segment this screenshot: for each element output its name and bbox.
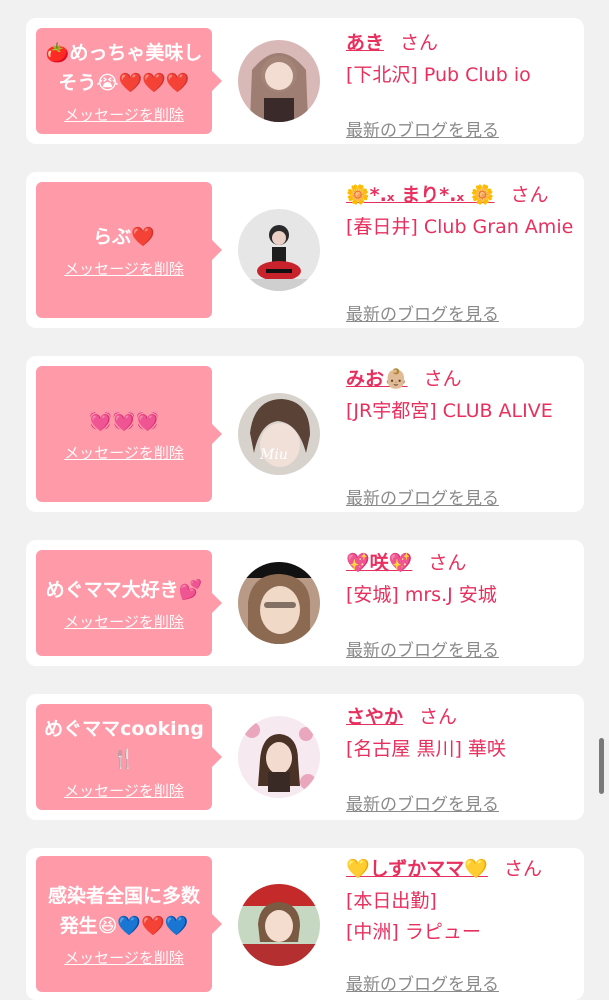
message-bubble: 感染者全国に多数発生😆💙❤️💙 メッセージを削除 <box>36 856 222 992</box>
message-text: 💓💓💓 <box>88 409 160 432</box>
sender-info: 💖咲💖 さん [安城] mrs.J 安城 最新のブログを見る <box>346 548 578 661</box>
sender-info: みお👶🏼 さん [JR宇都宮] CLUB ALIVE 最新のブログを見る <box>346 364 578 509</box>
message-card: 💓💓💓 メッセージを削除 Miu みお👶🏼 さん [JR宇都宮] CLUB ALI… <box>26 356 584 512</box>
latest-blog-link[interactable]: 最新のブログを見る <box>346 484 499 509</box>
avatar[interactable] <box>238 716 320 798</box>
profile-photo-icon: Miu <box>238 393 320 475</box>
sender-name-link[interactable]: 💖咲💖 <box>346 552 412 574</box>
shop-label: [春日井] Club Gran Amie <box>346 216 574 238</box>
delete-message-link[interactable]: メッセージを削除 <box>64 442 184 463</box>
svg-text:Miu: Miu <box>259 447 288 463</box>
name-line: 💛しずかママ💛 さん <box>346 854 578 884</box>
latest-blog-link[interactable]: 最新のブログを見る <box>346 116 499 141</box>
sender-name-link[interactable]: さやか <box>346 706 403 728</box>
delete-message-link[interactable]: メッセージを削除 <box>64 104 184 125</box>
sender-info: さやか さん [名古屋 黒川] 華咲 最新のブログを見る <box>346 702 578 815</box>
message-bubble: 🍅めっちゃ美味しそう😭❤️❤️❤️ メッセージを削除 <box>36 28 222 134</box>
message-text: めぐママcooking🍴 <box>44 717 204 770</box>
message-card: めぐママ大好き💕 メッセージを削除 💖咲💖 さん [安城] mrs.J 安城 最新… <box>26 540 584 666</box>
message-text: 感染者全国に多数発生😆💙❤️💙 <box>47 884 200 937</box>
message-card: らぶ❤️ メッセージを削除 🌼*.ₓ まり*.ₓ 🌼 さん [春日井] Club … <box>26 172 584 328</box>
shop-label: [JR宇都宮] CLUB ALIVE <box>346 400 553 422</box>
sender-name-link[interactable]: 🌼*.ₓ まり*.ₓ 🌼 <box>346 184 495 206</box>
profile-photo-icon <box>238 716 320 798</box>
honorific: さん <box>400 32 439 54</box>
delete-message-link[interactable]: メッセージを削除 <box>64 780 184 801</box>
message-text: めぐママ大好き💕 <box>45 578 203 601</box>
message-bubble: らぶ❤️ メッセージを削除 <box>36 182 222 318</box>
avatar[interactable] <box>238 40 320 122</box>
sender-info: 💛しずかママ💛 さん [本日出勤] [中洲] ラピュー 最新のブログを見る <box>346 854 578 995</box>
honorific: さん <box>428 552 467 574</box>
message-card: 🍅めっちゃ美味しそう😭❤️❤️❤️ メッセージを削除 あき さん [下北沢] Pu… <box>26 18 584 144</box>
message-text: らぶ❤️ <box>93 225 155 248</box>
latest-blog-link[interactable]: 最新のブログを見る <box>346 790 499 815</box>
message-text: 🍅めっちゃ美味しそう😭❤️❤️❤️ <box>45 41 203 94</box>
scrollbar[interactable] <box>599 738 604 794</box>
profile-photo-icon <box>238 209 320 291</box>
latest-blog-link[interactable]: 最新のブログを見る <box>346 636 499 661</box>
shop-label: [名古屋 黒川] 華咲 <box>346 738 506 760</box>
avatar[interactable] <box>238 209 320 291</box>
name-line: みお👶🏼 さん <box>346 364 578 394</box>
shop-label: [安城] mrs.J 安城 <box>346 584 497 606</box>
sender-name-link[interactable]: みお👶🏼 <box>346 368 408 390</box>
delete-message-link[interactable]: メッセージを削除 <box>64 258 184 279</box>
name-line: あき さん <box>346 28 578 58</box>
profile-photo-icon <box>238 884 320 966</box>
honorific: さん <box>503 858 542 880</box>
message-card: めぐママcooking🍴 メッセージを削除 さやか さん [名古屋 黒川] 華咲 … <box>26 694 584 820</box>
profile-photo-icon <box>238 40 320 122</box>
sender-info: あき さん [下北沢] Pub Club io 最新のブログを見る <box>346 28 578 141</box>
name-line: さやか さん <box>346 702 578 732</box>
sender-info: 🌼*.ₓ まり*.ₓ 🌼 さん [春日井] Club Gran Amie 最新のブ… <box>346 180 578 325</box>
message-bubble: 💓💓💓 メッセージを削除 <box>36 366 222 502</box>
message-bubble: めぐママ大好き💕 メッセージを削除 <box>36 550 222 656</box>
shop-label: [本日出勤] [中洲] ラピュー <box>346 890 481 943</box>
honorific: さん <box>419 706 458 728</box>
avatar[interactable] <box>238 562 320 644</box>
avatar[interactable] <box>238 884 320 966</box>
message-bubble: めぐママcooking🍴 メッセージを削除 <box>36 704 222 810</box>
shop-label: [下北沢] Pub Club io <box>346 64 531 86</box>
honorific: さん <box>423 368 462 390</box>
sender-name-link[interactable]: あき <box>346 32 384 54</box>
latest-blog-link[interactable]: 最新のブログを見る <box>346 970 499 995</box>
sender-name-link[interactable]: 💛しずかママ💛 <box>346 858 488 880</box>
latest-blog-link[interactable]: 最新のブログを見る <box>346 300 499 325</box>
delete-message-link[interactable]: メッセージを削除 <box>64 947 184 968</box>
name-line: 🌼*.ₓ まり*.ₓ 🌼 さん <box>346 180 578 210</box>
message-card: 感染者全国に多数発生😆💙❤️💙 メッセージを削除 💛しずかママ💛 さん [本日出勤… <box>26 848 584 1000</box>
honorific: さん <box>510 184 549 206</box>
avatar[interactable]: Miu <box>238 393 320 475</box>
name-line: 💖咲💖 さん <box>346 548 578 578</box>
profile-photo-icon <box>238 562 320 644</box>
delete-message-link[interactable]: メッセージを削除 <box>64 611 184 632</box>
